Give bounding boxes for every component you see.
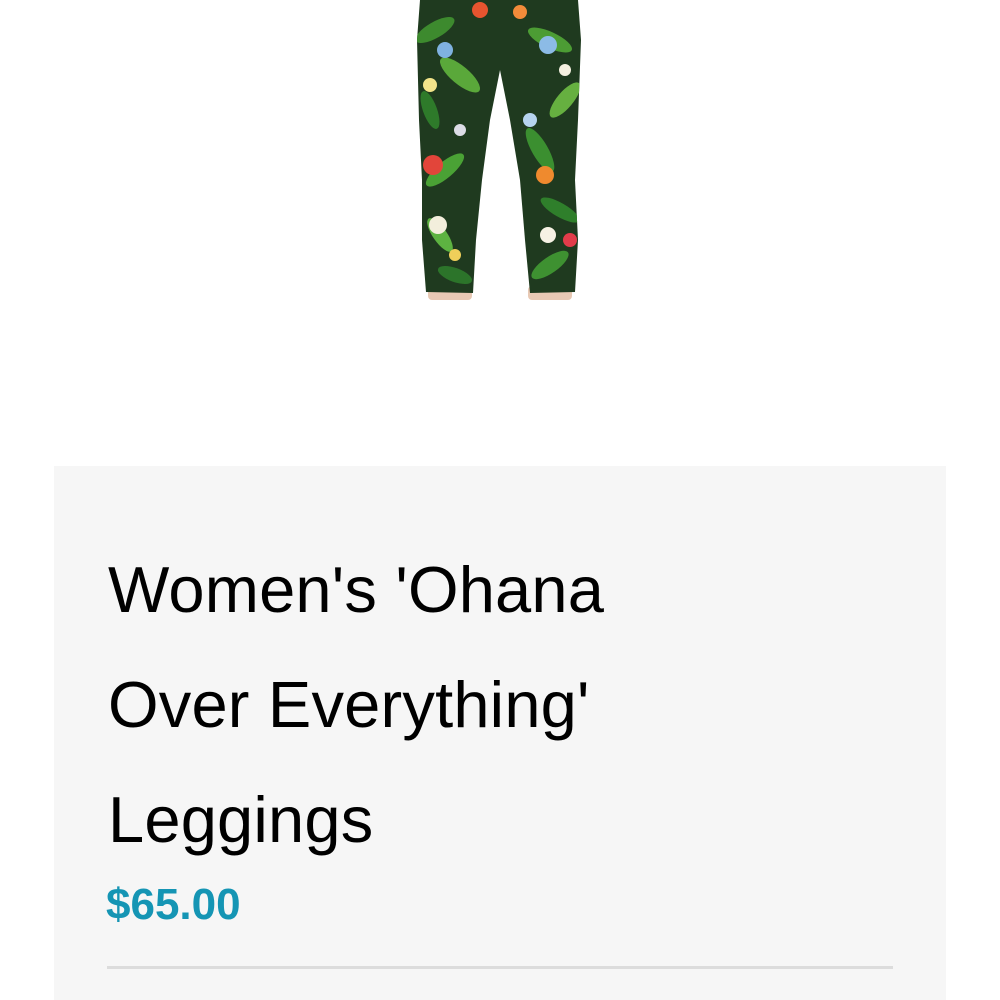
product-title-line: Over Everything' <box>108 668 590 741</box>
divider <box>107 966 893 969</box>
product-page: Women's 'Ohana Over Everything' Leggings… <box>0 0 1000 1000</box>
product-title-line: Leggings <box>108 783 374 856</box>
product-info-card: Women's 'Ohana Over Everything' Leggings… <box>54 466 946 1000</box>
leggings-illustration <box>417 0 581 300</box>
product-price: $65.00 <box>106 880 241 929</box>
product-title: Women's 'Ohana Over Everything' Leggings <box>108 532 808 877</box>
product-title-line: Women's 'Ohana <box>108 553 605 626</box>
product-image[interactable] <box>400 0 600 305</box>
